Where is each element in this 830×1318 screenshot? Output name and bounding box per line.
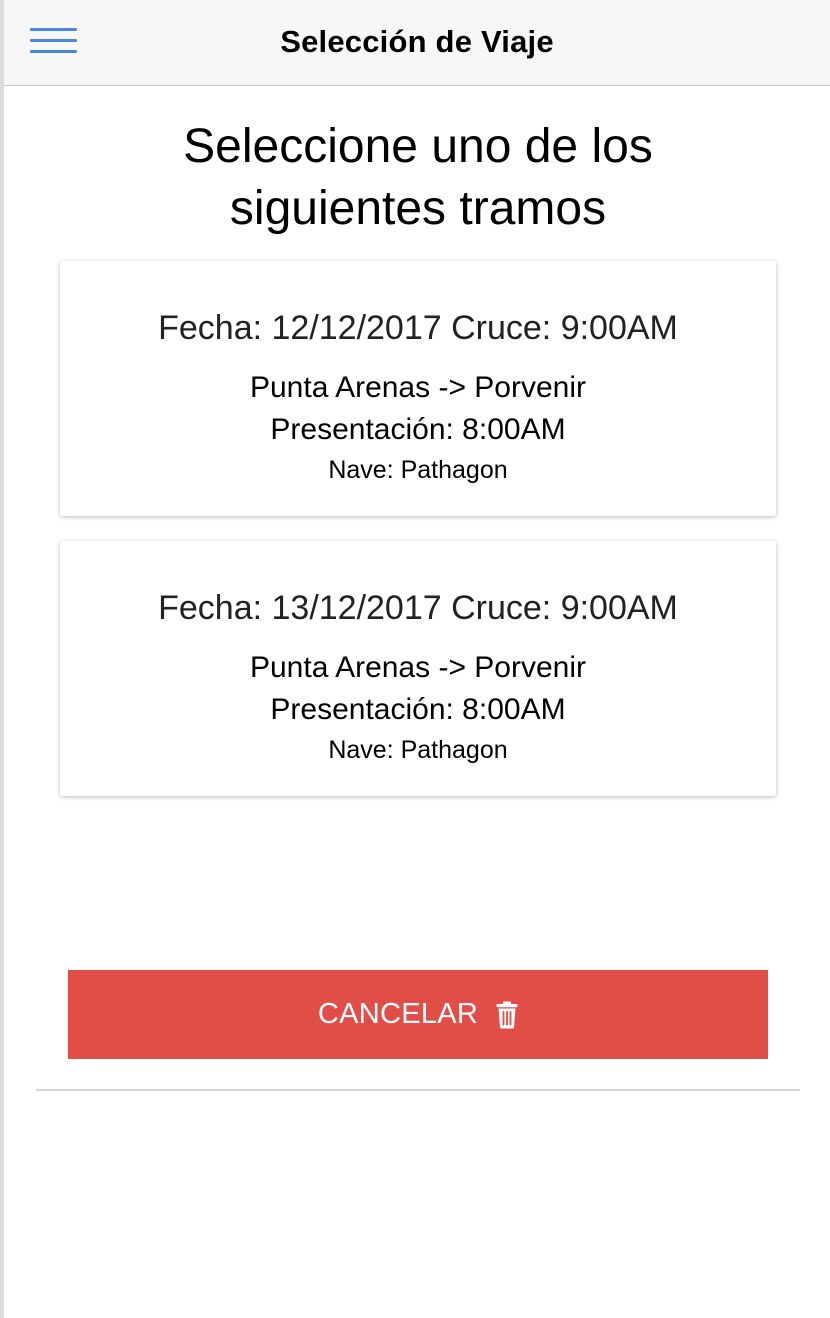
trip-card-2[interactable]: Fecha: 13/12/2017 Cruce: 9:00AM Punta Ar…: [60, 541, 776, 796]
navbar: Selección de Viaje: [4, 0, 830, 86]
trip-route: Punta Arenas -> Porvenir: [249, 371, 587, 404]
trip-card-1[interactable]: Fecha: 12/12/2017 Cruce: 9:00AM Punta Ar…: [60, 261, 776, 516]
left-edge-rule: [0, 0, 4, 1318]
cancel-button[interactable]: CANCELAR: [68, 970, 768, 1059]
app-page: Selección de Viaje Seleccione uno de los…: [0, 0, 830, 1318]
trip-ship: Nave: Pathagon: [328, 736, 508, 764]
trash-icon: [496, 1001, 518, 1029]
cancel-button-label: CANCELAR: [317, 998, 479, 1030]
trip-route: Punta Arenas -> Porvenir: [249, 651, 587, 684]
divider: [36, 1089, 800, 1091]
trip-date-line: Fecha: 13/12/2017 Cruce: 9:00AM: [158, 589, 678, 627]
trip-ship: Nave: Pathagon: [328, 456, 508, 484]
section-heading: Seleccione uno de los siguientes tramos: [183, 120, 653, 235]
page-title: Selección de Viaje: [280, 24, 554, 59]
trip-date-line: Fecha: 12/12/2017 Cruce: 9:00AM: [158, 309, 678, 347]
trip-presentation-time: Presentación: 8:00AM: [270, 693, 566, 726]
trip-presentation-time: Presentación: 8:00AM: [270, 413, 566, 446]
